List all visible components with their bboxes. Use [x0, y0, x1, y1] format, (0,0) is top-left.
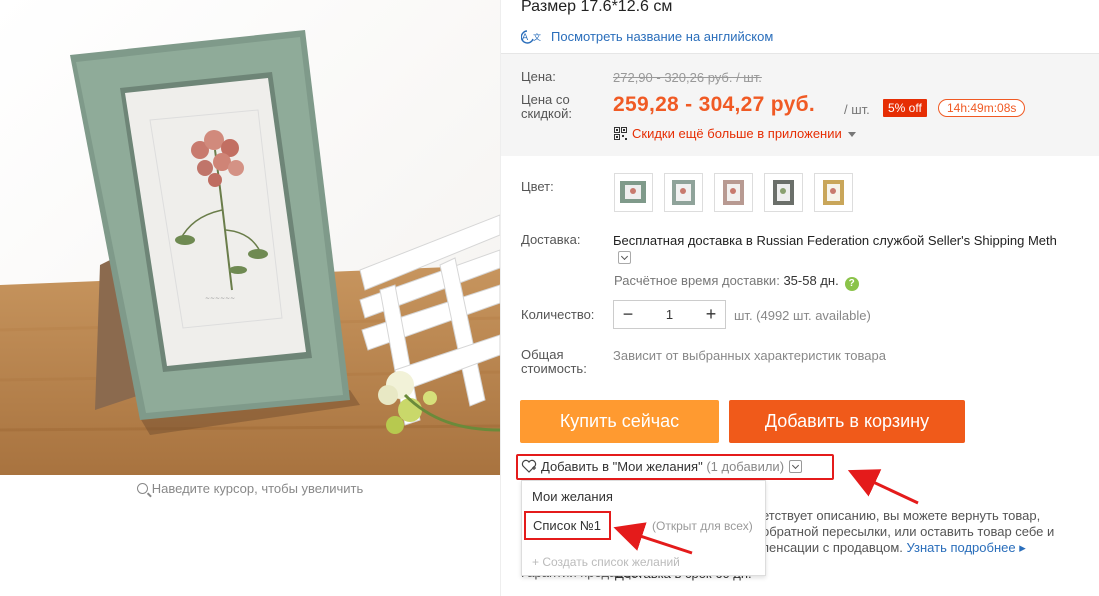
quantity-decrease-button[interactable]: − [614, 301, 642, 328]
color-swatch-green[interactable] [614, 173, 653, 212]
wishlist-label: Добавить в "Мои желания" [541, 459, 703, 474]
return-policy: етствует описанию, вы можете вернуть тов… [762, 508, 1092, 556]
translate-title-link[interactable]: A 文 Посмотреть название на английском [521, 28, 773, 44]
delivery-estimate: Расчётное время доставки: 35-58 дн.? [614, 273, 859, 291]
chevron-down-icon[interactable] [789, 460, 803, 473]
product-image[interactable]: ~~~~~~ [0, 0, 500, 475]
discount-price: 259,28 - 304,27 руб. [613, 93, 815, 116]
chevron-down-icon [847, 132, 856, 137]
heart-plus-icon [521, 459, 537, 473]
qr-code-icon [614, 127, 627, 140]
learn-more-link[interactable]: Узнать подробнее ▸ [907, 540, 1026, 555]
arrow-to-wishlist [847, 469, 919, 505]
total-label: Общая стоимость: [521, 347, 587, 376]
shipping-dropdown[interactable] [618, 251, 631, 264]
eta-label: Расчётное время доставки: [614, 273, 780, 288]
svg-text:A: A [522, 33, 529, 43]
wishlist-dropdown: Мои желания Список №1 (Открыт для всех) … [521, 480, 766, 576]
translate-link-text: Посмотреть название на английском [551, 29, 774, 44]
translate-icon: A 文 [521, 30, 541, 44]
color-swatch-dark[interactable] [764, 173, 803, 212]
original-price: 272,90 - 320,26 руб. / шт. [613, 70, 762, 85]
price-label: Цена: [521, 69, 556, 84]
add-to-cart-button[interactable]: Добавить в корзину [729, 400, 965, 443]
quantity-label: Количество: [521, 307, 595, 322]
app-promo-text: Скидки ещё больше в приложении [632, 126, 842, 141]
magnifier-icon [136, 483, 148, 494]
total-note: Зависит от выбранных характеристик товар… [613, 348, 886, 363]
shipping-method: Бесплатная доставка в Russian Federation… [613, 233, 1057, 248]
countdown-timer: 14h:49m:08s [938, 99, 1026, 117]
buy-now-button[interactable]: Купить сейчас [520, 400, 719, 443]
shipping-label: Доставка: [521, 232, 581, 247]
add-to-wishlist[interactable]: Добавить в "Мои желания" (1 добавили) [516, 454, 834, 480]
svg-text:文: 文 [533, 32, 541, 42]
color-swatch-gold[interactable] [814, 173, 853, 212]
color-swatch-gray-green[interactable] [664, 173, 703, 212]
color-label: Цвет: [521, 179, 554, 194]
discount-price-label: Цена со скидкой: [521, 92, 572, 121]
quantity-stepper: − 1 + [613, 300, 726, 329]
wishlist-list-status: (Открыт для всех) [652, 519, 753, 533]
quantity-increase-button[interactable]: + [697, 301, 725, 328]
quantity-input[interactable]: 1 [642, 301, 697, 328]
product-title: Размер 17.6*12.6 см [521, 0, 673, 15]
wishlist-count: (1 добавили) [706, 459, 785, 474]
quantity-available: шт. (4992 шт. available) [734, 308, 871, 323]
per-unit: / шт. [844, 102, 870, 117]
svg-text:~~~~~~: ~~~~~~ [205, 295, 235, 302]
zoom-hint-text: Наведите курсор, чтобы увеличить [151, 481, 364, 496]
eta-value: 35-58 дн. [783, 273, 839, 288]
create-wishlist-link[interactable]: + Создать список желаний [532, 555, 680, 569]
help-icon[interactable]: ? [844, 277, 859, 291]
wishlist-dropdown-header[interactable]: Мои желания [532, 489, 613, 504]
app-promo-link[interactable]: Скидки ещё больше в приложении [614, 126, 856, 141]
color-swatch-pink[interactable] [714, 173, 753, 212]
discount-badge: 5% off [883, 99, 927, 117]
zoom-hint: Наведите курсор, чтобы увеличить [0, 481, 500, 496]
wishlist-list-item[interactable]: Список №1 [524, 511, 611, 540]
